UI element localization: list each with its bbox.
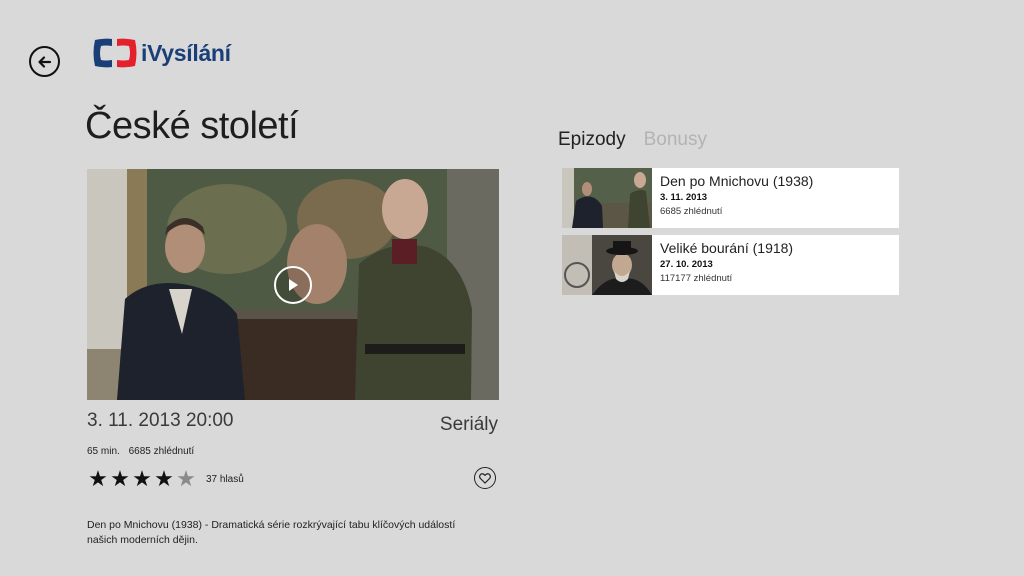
- play-button[interactable]: [274, 266, 312, 304]
- episode-thumbnail: [562, 168, 652, 228]
- vote-count: 37 hlasů: [206, 473, 244, 485]
- back-arrow-icon: [37, 55, 51, 68]
- star-icon-empty[interactable]: ★: [175, 467, 197, 491]
- episode-date: 27. 10. 2013: [660, 259, 713, 270]
- episode-date: 3. 11. 2013: [660, 192, 708, 203]
- show-meta: 65 min. 6685 zhlédnutí: [87, 446, 194, 457]
- back-button[interactable]: [29, 46, 60, 77]
- star-icon-filled[interactable]: ★: [109, 467, 131, 491]
- app-logo: iVysílání: [91, 36, 231, 70]
- heart-icon: [479, 472, 491, 484]
- page: iVysílání České století 3. 11. 2013 20:0…: [0, 0, 1024, 576]
- episode-item[interactable]: Veliké bourání (1918) 27. 10. 2013 11717…: [562, 235, 899, 295]
- ct-logo-icon: [93, 38, 137, 68]
- air-date: 3. 11. 2013 20:00: [87, 410, 234, 431]
- app-logo-text: iVysílání: [141, 39, 231, 66]
- duration: 65 min.: [87, 446, 120, 457]
- tab-bonusy[interactable]: Bonusy: [644, 129, 707, 151]
- episode-title: Den po Mnichovu (1938): [660, 173, 814, 189]
- episode-views: 6685 zhlédnutí: [660, 206, 723, 217]
- star-icon-filled[interactable]: ★: [153, 467, 175, 491]
- view-count: 6685 zhlédnutí: [128, 446, 195, 457]
- star-rating[interactable]: ★ ★ ★ ★ ★ 37 hlasů: [87, 467, 244, 491]
- page-title: České století: [85, 105, 299, 147]
- star-icon-filled[interactable]: ★: [131, 467, 153, 491]
- episode-thumbnail: [562, 235, 652, 295]
- play-icon: [289, 279, 298, 291]
- episode-title: Veliké bourání (1918): [660, 240, 794, 256]
- category-link[interactable]: Seriály: [440, 414, 498, 436]
- show-description: Den po Mnichovu (1938) - Dramatická séri…: [87, 519, 456, 546]
- episode-list: Den po Mnichovu (1938) 3. 11. 2013 6685 …: [562, 168, 899, 302]
- episode-views: 117177 zhlédnutí: [660, 273, 733, 284]
- content-tabs: Epizody Bonusy: [558, 129, 725, 151]
- episode-item[interactable]: Den po Mnichovu (1938) 3. 11. 2013 6685 …: [562, 168, 899, 228]
- tab-epizody[interactable]: Epizody: [558, 129, 626, 151]
- favorite-button[interactable]: [474, 467, 496, 489]
- star-icon-filled[interactable]: ★: [87, 467, 109, 491]
- hero-video-thumbnail[interactable]: [87, 169, 499, 400]
